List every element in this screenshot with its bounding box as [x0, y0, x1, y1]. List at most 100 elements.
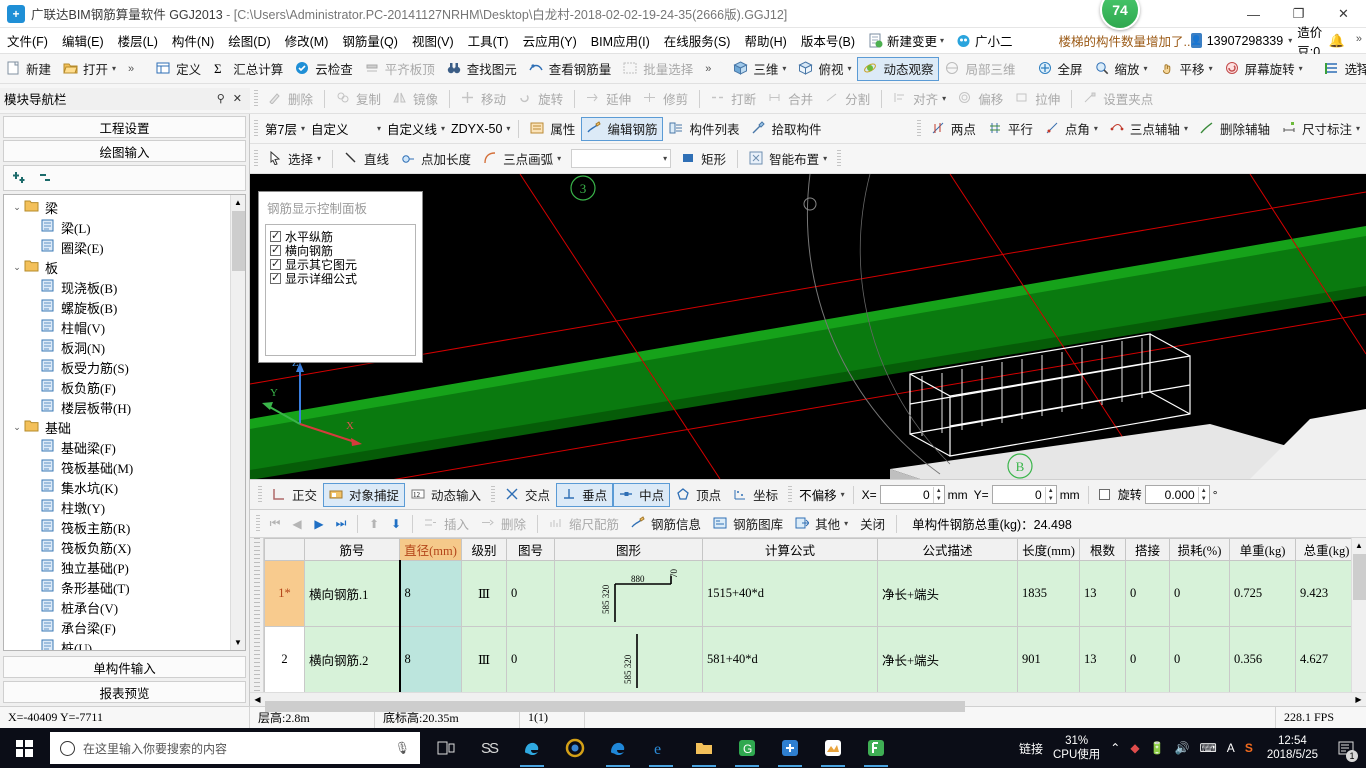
checkbox-icon[interactable] — [270, 243, 281, 256]
close-panel-button[interactable]: 关闭 — [854, 512, 891, 536]
checkbox-icon[interactable] — [270, 229, 281, 242]
zoom-button[interactable]: 缩放 ▾ — [1089, 57, 1154, 81]
tree-scrollbar[interactable]: ▲ ▼ — [230, 195, 245, 650]
open-chevron-down-icon[interactable]: ▾ — [112, 64, 116, 73]
pan-button[interactable]: 平移 ▾ — [1154, 57, 1219, 81]
align-slab-top-button[interactable]: 平齐板顶 — [359, 57, 441, 81]
three-point-arc-button[interactable]: 三点画弧 ▾ — [477, 147, 567, 171]
rebar-shape[interactable]: 585 320 880 70 — [554, 560, 703, 627]
tree-scroll-up-icon[interactable]: ▲ — [231, 195, 245, 210]
prev-record-icon[interactable]: ◀ — [286, 513, 308, 535]
fullscreen-button[interactable]: 全屏 — [1032, 57, 1089, 81]
menu-draw[interactable]: 绘图(D) — [221, 28, 277, 53]
draw-mode-chevron-down-icon[interactable]: ▾ — [663, 154, 667, 163]
rebar-shape[interactable]: 585 320 — [554, 626, 703, 692]
tree-item[interactable]: 板负筋(F) — [6, 377, 245, 397]
viewport-3d[interactable]: 3 B Z X Y 钢筋显示控制面板 ✓ 水平纵筋 ✓ 横向钢筋 ✓ 显示其它图… — [250, 174, 1366, 479]
column-header[interactable]: 损耗(%) — [1169, 538, 1230, 561]
rebar-count[interactable]: 13 — [1079, 560, 1126, 627]
toolbar1-right-overflow-icon[interactable]: » — [1356, 59, 1362, 71]
total-weight[interactable]: 4.627 — [1295, 626, 1358, 692]
row-number[interactable]: 1* — [264, 560, 305, 627]
x-offset-spin-arrows[interactable]: ▲ ▼ — [932, 486, 944, 503]
spin-down-icon[interactable]: ▼ — [1199, 495, 1209, 503]
offset-button[interactable]: 偏移 — [952, 87, 1009, 111]
calc-formula[interactable]: 581+40*d — [702, 626, 878, 692]
keyboard-icon[interactable]: ⌨ — [1199, 741, 1216, 755]
tree-item[interactable]: 圈梁(E) — [6, 237, 245, 257]
last-record-icon[interactable]: ⏭ — [330, 513, 352, 535]
component-list-button[interactable]: 构件列表 — [663, 117, 745, 141]
rebar-diameter[interactable]: 8 — [398, 626, 462, 692]
tree-item[interactable]: 筏板基础(M) — [6, 457, 245, 477]
table-row[interactable]: 1* 横向钢筋.1 8 Ⅲ 0 585 320 880 70 1515+40*d 净长+端头 183… — [264, 560, 1366, 627]
tree-folder[interactable]: ⌄ 板 — [6, 257, 245, 277]
three-point-axis-chevron-down-icon[interactable]: ▾ — [1184, 124, 1188, 133]
unit-weight[interactable]: 0.356 — [1229, 626, 1296, 692]
hscroll-thumb[interactable] — [265, 700, 965, 712]
row-number[interactable]: 2 — [264, 626, 305, 692]
object-snap-toggle[interactable]: 对象捕捉 — [323, 482, 406, 507]
select-tool-button[interactable]: 选择 ▾ — [262, 147, 327, 171]
rebar-grade[interactable]: Ⅲ — [461, 626, 507, 692]
menu-modify[interactable]: 修改(M) — [278, 28, 336, 53]
account-phone[interactable]: 13907298339 — [1207, 34, 1283, 48]
tree-item[interactable]: 集水坑(K) — [6, 477, 245, 497]
snap-vertex[interactable]: 顶点 — [670, 483, 727, 507]
tree-item[interactable]: 现浇板(B) — [6, 277, 245, 297]
rebar-pic-no[interactable]: 0 — [506, 560, 555, 627]
column-header[interactable] — [264, 538, 305, 561]
delete-button[interactable]: 删除 — [262, 87, 319, 111]
y-offset-spin-arrows[interactable]: ▲ ▼ — [1044, 486, 1056, 503]
rebar-name[interactable]: 横向钢筋.1 — [304, 560, 400, 627]
column-header[interactable]: 公式描述 — [877, 538, 1018, 561]
tree-item[interactable]: 基础梁(F) — [6, 437, 245, 457]
x-offset-input[interactable] — [880, 487, 933, 502]
screen-rotate-chevron-down-icon[interactable]: ▾ — [1299, 64, 1303, 73]
chevron-down-icon[interactable]: ⌄ — [10, 422, 24, 433]
split-button[interactable]: 分割 — [819, 87, 876, 111]
clock[interactable]: 12:54 2018/5/25 — [1263, 734, 1322, 762]
three-point-axis-button[interactable]: 三点辅轴 ▾ — [1104, 117, 1194, 141]
taskbar-search[interactable]: 在这里输入你要搜索的内容 🎙 — [50, 732, 420, 764]
merge-button[interactable]: 合并 — [762, 87, 819, 111]
smart-layout-chevron-down-icon[interactable]: ▾ — [823, 154, 827, 163]
table-drag-grip[interactable] — [250, 538, 264, 692]
column-header[interactable]: 直径(mm) — [399, 538, 462, 561]
dimension-button[interactable]: 尺寸标注 ▾ — [1276, 117, 1366, 141]
tree-folder[interactable]: ⌄ 梁 — [6, 197, 245, 217]
dynamic-observe-button[interactable]: 动态观察 — [857, 56, 940, 81]
pick-component-button[interactable]: 拾取构件 — [745, 117, 827, 141]
column-header[interactable]: 单重(kg) — [1229, 538, 1296, 561]
table-scroll-left-icon[interactable]: ◀ — [250, 695, 265, 704]
x-offset-stepper[interactable]: ▲▼ — [879, 485, 945, 504]
y-offset-input[interactable] — [992, 487, 1045, 502]
remove-component-icon[interactable] — [38, 170, 54, 186]
rebar-pic-no[interactable]: 0 — [506, 626, 555, 692]
new-change-button[interactable]: 新建变更 ▾ — [862, 29, 950, 52]
rotate-input[interactable] — [1145, 487, 1198, 502]
column-header[interactable]: 长度(mm) — [1017, 538, 1080, 561]
pan-chevron-down-icon[interactable]: ▾ — [1209, 64, 1213, 73]
menubar-overflow-icon[interactable]: » — [1356, 33, 1362, 45]
point-angle-chevron-down-icon[interactable]: ▾ — [1094, 124, 1098, 133]
category-chevron-down-icon[interactable]: ▾ — [377, 124, 381, 133]
sogou-icon[interactable]: S — [1245, 741, 1253, 755]
tree-item[interactable]: 板受力筋(S) — [6, 357, 245, 377]
table-vertical-scrollbar[interactable]: ▲ — [1351, 538, 1366, 692]
menu-edit[interactable]: 编辑(E) — [55, 28, 111, 53]
folder-icon[interactable] — [684, 728, 724, 768]
dynamic-input-toggle[interactable]: 12 动态输入 — [405, 483, 487, 507]
column-header[interactable]: 计算公式 — [702, 538, 878, 561]
chevron-down-icon[interactable]: ⌄ — [10, 202, 24, 213]
spin-up-icon[interactable]: ▲ — [1046, 487, 1056, 495]
chevron-down-icon[interactable]: ⌄ — [10, 262, 24, 273]
draw-toolbar-grip-end[interactable] — [837, 149, 842, 168]
edge-legacy-icon[interactable] — [512, 728, 552, 768]
table-scroll-thumb[interactable] — [1353, 554, 1366, 600]
batch-select-button[interactable]: 批量选择 — [617, 57, 699, 81]
volume-icon[interactable]: 🔊 — [1175, 741, 1190, 755]
spin-down-icon[interactable]: ▼ — [1046, 495, 1056, 503]
spin-up-icon[interactable]: ▲ — [1199, 487, 1209, 495]
two-point-axis-button[interactable]: 两点 — [925, 117, 982, 141]
